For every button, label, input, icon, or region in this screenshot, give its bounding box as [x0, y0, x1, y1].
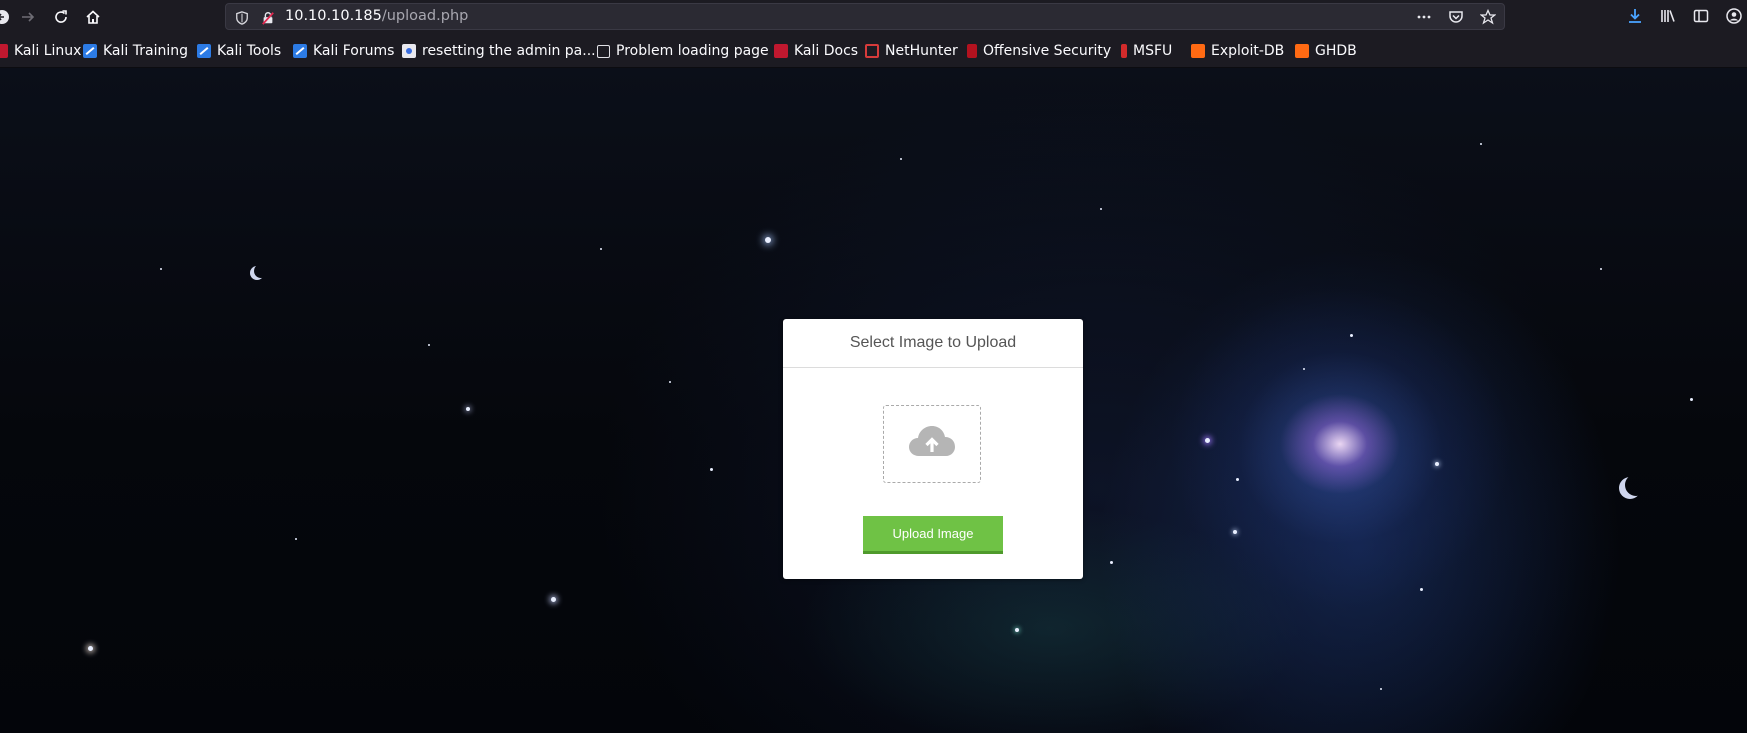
url-text[interactable]: 10.10.10.185/upload.php — [285, 8, 468, 24]
image-dropzone[interactable] — [883, 405, 981, 483]
upload-card-title: Select Image to Upload — [783, 319, 1083, 368]
offsec-icon — [967, 44, 977, 58]
kali-dragon-icon — [83, 44, 97, 58]
bookmark-problem-loading[interactable]: Problem loading page — [597, 42, 769, 60]
cloud-upload-icon — [907, 424, 957, 464]
kali-docs-icon — [774, 44, 788, 58]
star — [295, 538, 297, 540]
star — [1236, 478, 1239, 481]
page-actions-icon[interactable] — [1414, 8, 1434, 26]
star — [1480, 143, 1482, 145]
bookmark-nethunter[interactable]: NetHunter — [865, 42, 958, 60]
moon-icon — [250, 266, 264, 280]
star — [1690, 398, 1693, 401]
star — [551, 597, 556, 602]
moon-icon — [1619, 477, 1641, 499]
bookmark-exploit-db[interactable]: Exploit-DB — [1191, 42, 1284, 60]
forward-icon[interactable] — [16, 5, 40, 29]
star — [1420, 588, 1423, 591]
bookmark-label: Kali Forums — [313, 43, 395, 59]
home-icon[interactable] — [81, 5, 105, 29]
kali-dragon-icon — [293, 44, 307, 58]
star — [600, 248, 602, 250]
reload-icon[interactable] — [49, 5, 73, 29]
bookmark-kali-docs[interactable]: Kali Docs — [774, 42, 858, 60]
bookmark-label: resetting the admin pa... — [422, 43, 596, 59]
insecure-lock-icon[interactable] — [261, 10, 275, 29]
star — [1110, 561, 1113, 564]
bookmark-kali-linux[interactable]: Kali Linux — [0, 42, 81, 60]
address-bar[interactable]: 10.10.10.185/upload.php — [225, 3, 1505, 30]
library-icon[interactable] — [1657, 5, 1679, 27]
star — [160, 268, 162, 270]
star — [1015, 628, 1019, 632]
star — [669, 381, 671, 383]
bookmark-ghdb[interactable]: GHDB — [1295, 42, 1357, 60]
bookmark-offensive-security[interactable]: Offensive Security — [967, 42, 1111, 60]
bookmark-label: Kali Docs — [794, 43, 859, 59]
star — [1303, 368, 1305, 370]
bookmark-label: Kali Tools — [217, 43, 282, 59]
star — [1100, 208, 1102, 210]
bookmark-label: Kali Training — [103, 43, 188, 59]
upload-card: Select Image to Upload Upload Image — [783, 319, 1083, 579]
browser-toolbar: 10.10.10.185/upload.php — [0, 0, 1747, 34]
star — [1233, 530, 1237, 534]
downloads-icon[interactable] — [1624, 5, 1646, 27]
bookmark-label: Kali Linux — [14, 43, 82, 59]
star — [900, 158, 902, 160]
bookmark-resetting-admin[interactable]: resetting the admin pa... — [402, 42, 596, 60]
url-host: 10.10.10.185 — [285, 8, 382, 24]
msfu-icon — [1121, 44, 1127, 58]
tracking-shield-icon[interactable] — [235, 10, 249, 29]
star — [1205, 438, 1210, 443]
bookmark-label: Exploit-DB — [1211, 43, 1285, 59]
star — [1350, 334, 1353, 337]
blue-circle-icon — [402, 44, 416, 58]
star — [1380, 688, 1382, 690]
globe-icon — [597, 44, 610, 58]
ghdb-icon — [1295, 44, 1309, 58]
upload-image-button[interactable]: Upload Image — [863, 516, 1003, 554]
bookmarks-toolbar: Kali Linux Kali Training Kali Tools Kali… — [0, 34, 1747, 68]
bookmark-label: GHDB — [1315, 43, 1357, 59]
bookmark-label: Problem loading page — [616, 43, 769, 59]
nethunter-icon — [865, 44, 879, 58]
bookmark-msfu[interactable]: MSFU — [1121, 42, 1172, 60]
url-path: /upload.php — [381, 8, 469, 24]
bookmark-kali-training[interactable]: Kali Training — [83, 42, 188, 60]
account-icon[interactable] — [1723, 5, 1745, 27]
kali-dragon-icon — [197, 44, 211, 58]
kali-dragon-icon — [0, 44, 8, 58]
bookmark-star-icon[interactable] — [1478, 8, 1498, 26]
star — [765, 237, 771, 243]
star — [710, 468, 713, 471]
back-icon[interactable] — [0, 5, 14, 29]
pocket-icon[interactable] — [1446, 8, 1466, 26]
star — [428, 344, 430, 346]
star — [88, 646, 93, 651]
bookmark-label: NetHunter — [885, 43, 958, 59]
bookmark-label: Offensive Security — [983, 43, 1112, 59]
bookmark-label: MSFU — [1133, 43, 1173, 59]
star — [466, 407, 470, 411]
star — [1600, 268, 1602, 270]
bookmark-kali-forums[interactable]: Kali Forums — [293, 42, 394, 60]
star — [1435, 462, 1439, 466]
exploitdb-icon — [1191, 44, 1205, 58]
sidebar-icon[interactable] — [1690, 5, 1712, 27]
bookmark-kali-tools[interactable]: Kali Tools — [197, 42, 281, 60]
